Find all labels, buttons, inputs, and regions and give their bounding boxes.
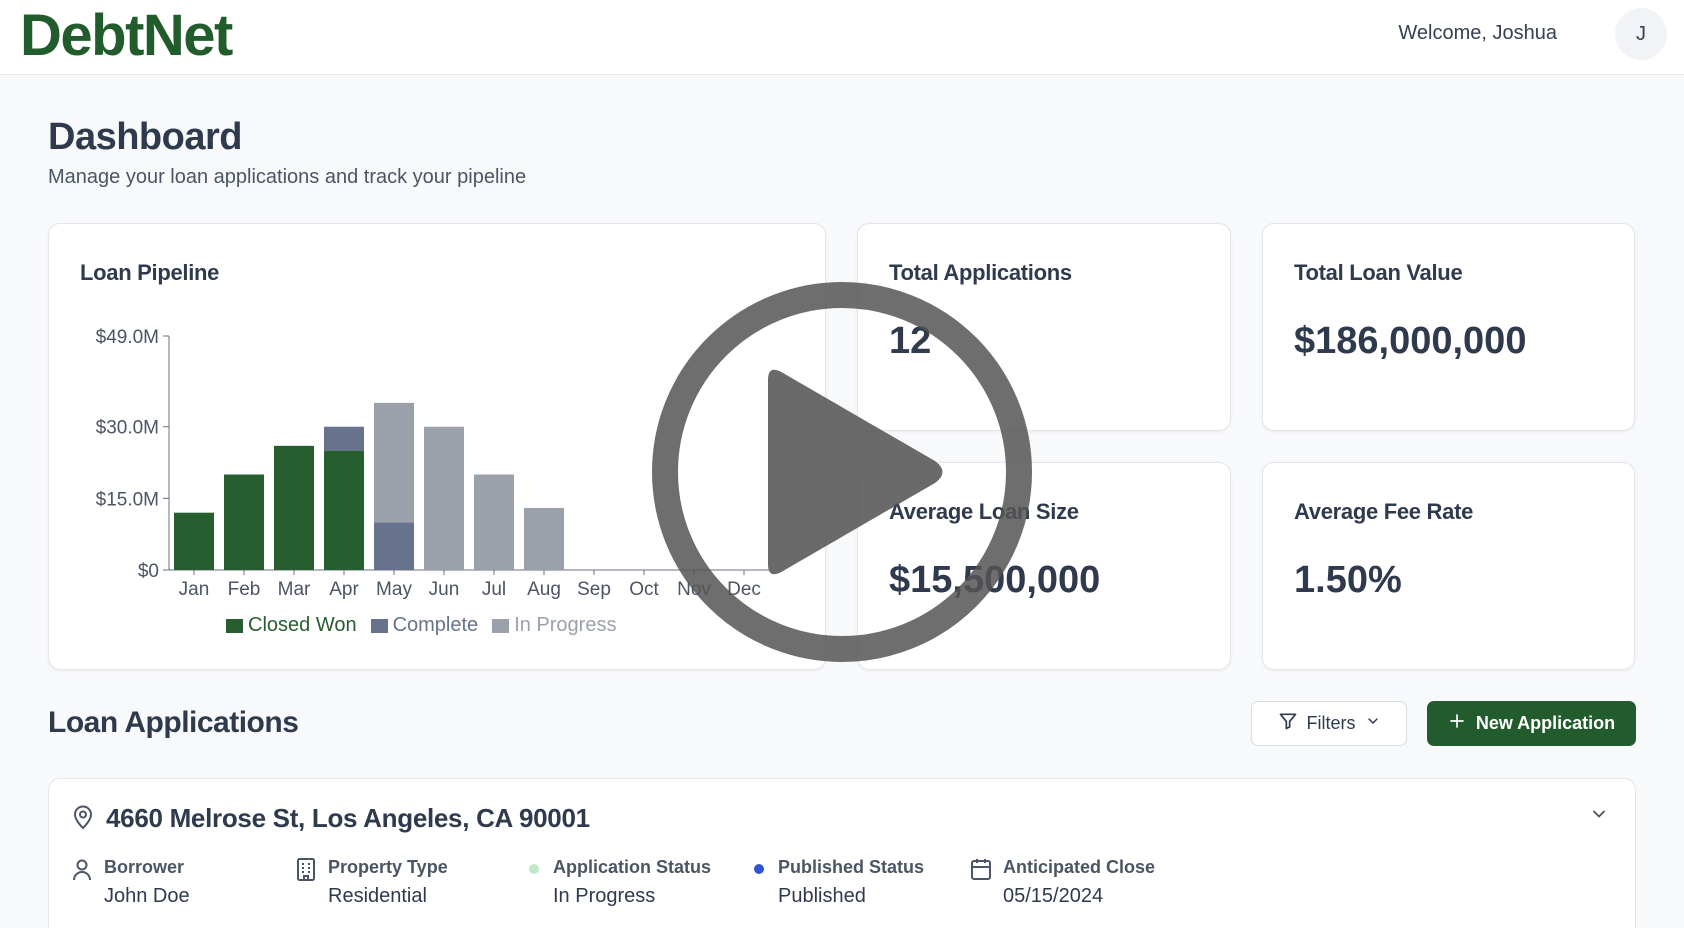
chevron-down-icon: [1365, 713, 1381, 734]
total-loan-value-card: Total Loan Value $186,000,000: [1262, 223, 1635, 431]
legend-swatch: [492, 618, 510, 633]
bar-in-progress: [424, 426, 464, 570]
anticipated-close-label: Anticipated Close: [1003, 857, 1156, 877]
x-tick-label: May: [376, 579, 412, 600]
calendar-icon: [970, 857, 992, 886]
legend-label: Complete: [392, 614, 479, 636]
page-title: Dashboard: [48, 116, 242, 158]
x-tick-label: Mar: [278, 579, 311, 600]
application-status-value: In Progress: [553, 885, 656, 907]
avatar[interactable]: J: [1615, 8, 1667, 60]
user-icon: [71, 857, 93, 886]
application-status-dot: [529, 864, 539, 874]
x-tick-label: Aug: [527, 579, 561, 600]
building-icon: [295, 857, 317, 886]
legend-swatch: [370, 618, 388, 633]
average-fee-rate-card: Average Fee Rate 1.50%: [1262, 462, 1635, 670]
bar-complete: [324, 426, 364, 451]
x-tick-label: Jul: [482, 579, 506, 600]
y-tick-label: $30.0M: [96, 418, 159, 439]
borrower-value: John Doe: [104, 885, 190, 907]
anticipated-close-value: 05/15/2024: [1003, 885, 1104, 907]
published-status-label: Published Status: [778, 857, 925, 877]
play-video-icon[interactable]: [650, 280, 1034, 664]
y-tick-label: $15.0M: [96, 489, 159, 510]
filter-icon: [1278, 711, 1298, 736]
application-card[interactable]: 4660 Melrose St, Los Angeles, CA 90001 B…: [48, 778, 1636, 928]
bar-complete: [374, 522, 414, 570]
chart-legend: Closed Won Complete In Progress: [226, 614, 616, 637]
published-status-dot: [754, 864, 764, 874]
new-application-button[interactable]: New Application: [1427, 701, 1636, 746]
legend-item: In Progress: [492, 614, 616, 637]
average-fee-rate-label: Average Fee Rate: [1294, 499, 1474, 524]
filters-button[interactable]: Filters: [1251, 701, 1407, 746]
x-tick-label: Feb: [228, 579, 261, 600]
x-tick-label: Jan: [179, 579, 210, 600]
legend-item: Closed Won: [226, 614, 357, 637]
bar-in-progress: [474, 474, 514, 570]
bar-in-progress: [374, 402, 414, 523]
plus-icon: [1448, 712, 1466, 735]
bar-closed-won: [274, 445, 314, 570]
property-type-value: Residential: [328, 885, 427, 907]
legend-label: Closed Won: [248, 614, 357, 636]
x-tick-label: Apr: [329, 579, 359, 600]
bar-closed-won: [224, 474, 264, 570]
application-status-label: Application Status: [553, 857, 712, 877]
expand-chevron-icon[interactable]: [1589, 804, 1609, 829]
x-tick-label: Sep: [577, 579, 611, 600]
average-fee-rate-value: 1.50%: [1294, 559, 1402, 601]
y-tick-label: $49.0M: [96, 327, 159, 348]
bar-closed-won: [324, 450, 364, 570]
bar-closed-won: [174, 512, 214, 570]
borrower-label: Borrower: [104, 857, 185, 877]
total-loan-value-label: Total Loan Value: [1294, 260, 1463, 285]
application-address: 4660 Melrose St, Los Angeles, CA 90001: [106, 803, 590, 833]
loan-applications-title: Loan Applications: [48, 706, 299, 739]
property-type-label: Property Type: [328, 857, 448, 877]
welcome-text: Welcome, Joshua: [1398, 22, 1557, 44]
top-bar: DebtNet Welcome, Joshua J: [0, 0, 1684, 75]
map-pin-icon: [71, 804, 95, 835]
y-tick-label: $0: [138, 561, 159, 582]
total-loan-value-value: $186,000,000: [1294, 320, 1527, 362]
new-application-label: New Application: [1475, 713, 1616, 733]
legend-item: Complete: [370, 614, 479, 637]
logo[interactable]: DebtNet: [20, 4, 233, 68]
page-subtitle: Manage your loan applications and track …: [48, 166, 527, 188]
published-status-value: Published: [778, 885, 866, 907]
x-tick-label: Jun: [429, 579, 460, 600]
bar-in-progress: [524, 507, 564, 570]
legend-label: In Progress: [514, 614, 617, 636]
legend-swatch: [226, 618, 243, 633]
filters-label: Filters: [1306, 713, 1356, 733]
